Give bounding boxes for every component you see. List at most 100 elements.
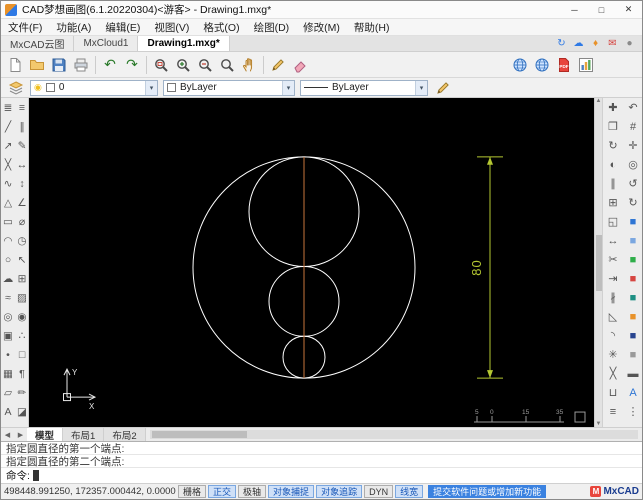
close-button[interactable]: ✕ [615, 1, 642, 18]
color-picker-icon[interactable]: ■ [623, 326, 643, 345]
command-input[interactable]: 命令: [1, 468, 642, 483]
point-icon[interactable]: • [1, 345, 15, 364]
layout-tab-model[interactable]: 模型 [27, 428, 64, 442]
ray-icon[interactable]: ↗ [1, 136, 15, 155]
draworder-front-icon[interactable]: ■ [623, 212, 643, 231]
color-select[interactable]: ByLayer ▾ [163, 79, 295, 96]
linetype-select[interactable]: ByLayer ▾ [300, 79, 428, 96]
scale-icon[interactable]: ◱ [603, 212, 623, 231]
trim-icon[interactable]: ✂ [603, 250, 623, 269]
linetype-caret-icon[interactable]: ▾ [415, 80, 427, 95]
layer-off-icon[interactable]: ■ [623, 269, 643, 288]
mtext-icon[interactable]: ¶ [15, 364, 29, 383]
layer-on-icon[interactable]: ■ [623, 250, 643, 269]
copy-icon[interactable]: ❐ [603, 117, 623, 136]
draw-menu-icon[interactable]: ≣ [1, 98, 15, 117]
toggle-osnap[interactable]: 对象捕捉 [268, 485, 315, 498]
scroll-up-icon[interactable]: ▲ [596, 98, 602, 104]
donut-icon[interactable]: ◉ [15, 307, 29, 326]
color-caret-icon[interactable]: ▾ [282, 80, 294, 95]
new-file-button[interactable] [4, 54, 26, 76]
wipeout-icon[interactable]: ▨ [15, 288, 29, 307]
chamfer-icon[interactable]: ◺ [603, 307, 623, 326]
boundary-icon[interactable]: □ [15, 345, 29, 364]
offset-icon[interactable]: ∥ [603, 174, 623, 193]
draw-pencil-button[interactable] [267, 54, 289, 76]
region-icon[interactable]: ▱ [1, 383, 15, 402]
mxcad-web-button[interactable] [509, 54, 531, 76]
tools-menu-icon[interactable]: ≡ [15, 98, 29, 117]
layer-caret-icon[interactable]: ▾ [145, 80, 157, 95]
pdf-export-button[interactable] [553, 54, 575, 76]
menu-modify[interactable]: 修改(M) [296, 19, 347, 35]
tab-mxcloud1[interactable]: MxCloud1 [74, 36, 139, 51]
menu-function[interactable]: 功能(A) [49, 19, 98, 35]
line-icon[interactable]: ╱ [1, 117, 15, 136]
toggle-dyn[interactable]: DYN [364, 485, 394, 498]
menu-edit[interactable]: 编辑(E) [98, 19, 147, 35]
zoom-extents-button[interactable] [216, 54, 238, 76]
erase-button[interactable] [289, 54, 311, 76]
drawing-canvas[interactable]: 80 Y X 5 0 15 35 [29, 98, 594, 427]
erase-modify-icon[interactable]: ╳ [603, 364, 623, 383]
regen-icon[interactable]: ↺ [623, 174, 643, 193]
edit-polyline-icon[interactable]: ✎ [15, 136, 29, 155]
open-file-button[interactable] [26, 54, 48, 76]
draworder-back-icon[interactable]: ■ [623, 231, 643, 250]
tab-drawing1[interactable]: Drawing1.mxg* [138, 36, 230, 51]
spline-icon[interactable]: ≈ [1, 288, 15, 307]
layout-next-icon[interactable]: ▶ [14, 431, 27, 439]
refresh-icon[interactable]: ↻ [554, 36, 569, 51]
feedback-link[interactable]: 提交软件问题或增加新功能 [428, 485, 547, 498]
hatch-icon[interactable]: ▦ [1, 364, 15, 383]
table-icon[interactable]: ⊞ [15, 269, 29, 288]
array-icon[interactable]: ⊞ [603, 193, 623, 212]
toggle-grid[interactable]: 栅格 [178, 485, 207, 498]
ellipse-icon[interactable]: ◎ [1, 307, 15, 326]
menu-format[interactable]: 格式(O) [196, 19, 246, 35]
multiline-icon[interactable]: ∥ [15, 117, 29, 136]
toggle-ortho[interactable]: 正交 [208, 485, 237, 498]
lineweight-icon[interactable]: ▬ [623, 364, 643, 383]
revision-cloud-icon[interactable]: ☁ [1, 269, 15, 288]
menu-help[interactable]: 帮助(H) [347, 19, 397, 35]
fillet-icon[interactable]: ◝ [603, 326, 623, 345]
maximize-button[interactable]: □ [588, 1, 615, 18]
layout-tab-layout1[interactable]: 布局1 [63, 428, 105, 442]
rectangle-icon[interactable]: ▭ [1, 212, 15, 231]
orbit-icon[interactable]: ◎ [623, 155, 643, 174]
rotate-icon[interactable]: ↻ [603, 136, 623, 155]
toggle-lineweight[interactable]: 线宽 [395, 485, 424, 498]
zoom-previous-icon[interactable]: ↶ [623, 98, 643, 117]
stretch-icon[interactable]: ↔ [603, 231, 623, 250]
mail-icon[interactable]: ✉ [605, 36, 620, 51]
redo-button[interactable]: ↷ [121, 54, 143, 76]
eraser-tool-icon[interactable]: ◪ [15, 402, 29, 421]
construction-line-icon[interactable]: ╳ [1, 155, 15, 174]
dim-angular-icon[interactable]: ∠ [15, 193, 29, 212]
pan-tool-icon[interactable]: ✛ [623, 136, 643, 155]
edit-pencil-button[interactable] [433, 79, 452, 97]
linetype-tool-icon[interactable]: ■ [623, 345, 643, 364]
save-button[interactable] [48, 54, 70, 76]
extend-icon[interactable]: ⇥ [603, 269, 623, 288]
layer-select[interactable]: ◉ 0 ▾ [30, 79, 158, 96]
layer-freeze-icon[interactable]: ■ [623, 288, 643, 307]
text-icon[interactable]: A [1, 402, 15, 421]
dim-linear-icon[interactable]: ↔ [15, 155, 29, 174]
cloud-share-button[interactable] [531, 54, 553, 76]
zoom-in-button[interactable] [172, 54, 194, 76]
plot-button[interactable] [70, 54, 92, 76]
polygon-icon[interactable]: △ [1, 193, 15, 212]
toggle-otrack[interactable]: 对象追踪 [316, 485, 363, 498]
undo-button[interactable]: ↶ [99, 54, 121, 76]
divide-icon[interactable]: ∴ [15, 326, 29, 345]
layer-lock-icon[interactable]: ■ [623, 307, 643, 326]
report-button[interactable] [575, 54, 597, 76]
menu-file[interactable]: 文件(F) [1, 19, 49, 35]
text-style-icon[interactable]: A [623, 383, 643, 402]
vip-icon[interactable]: ♦ [588, 36, 603, 51]
block-icon[interactable]: ▣ [1, 326, 15, 345]
pan-button[interactable] [238, 54, 260, 76]
layout-prev-icon[interactable]: ◀ [1, 431, 14, 439]
